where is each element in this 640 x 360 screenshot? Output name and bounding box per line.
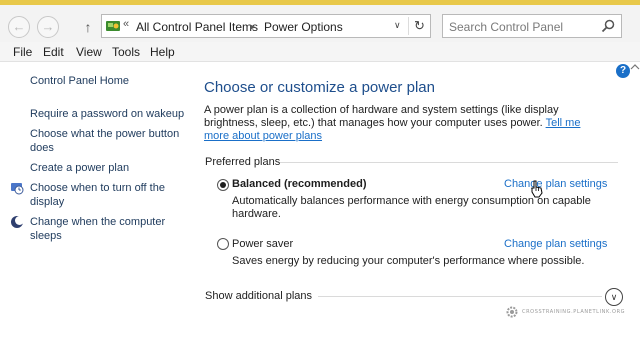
plan-radio-power-saver[interactable] [217,238,229,250]
divider [318,296,602,297]
sidebar-item-power-button[interactable]: Choose what the power button does [30,127,186,155]
search-box[interactable] [442,14,622,38]
show-additional-plans[interactable]: Show additional plans [205,290,312,302]
up-arrow-icon[interactable]: ↑ [79,18,97,36]
sidebar-item-display-off[interactable]: Choose when to turn off the display [30,181,186,209]
refresh-icon[interactable]: ↻ [408,17,430,35]
divider [280,162,618,163]
display-clock-icon [11,183,24,195]
menu-file[interactable]: File [13,45,32,59]
chevron-down-icon[interactable]: ∨ [394,20,401,31]
menu-help[interactable]: Help [150,45,175,59]
address-bar[interactable]: « All Control Panel Items ▸ Power Option… [101,14,431,38]
menu-view[interactable]: View [76,45,102,59]
plan-description-power-saver: Saves energy by reducing your computer's… [232,255,585,267]
search-icon[interactable] [600,18,616,34]
plan-description-balanced: Automatically balances performance with … [232,195,591,220]
page-description: A power plan is a collection of hardware… [204,104,608,143]
preferred-plans-heading: Preferred plans [205,156,281,168]
plan-name-balanced[interactable]: Balanced (recommended) [232,178,366,190]
help-icon[interactable]: ? [616,64,630,78]
watermark: CROSSTRAINING.PLANETLINK.ORG [505,305,635,321]
plan-name-power-saver[interactable]: Power saver [232,238,293,250]
sidebar-item-require-password[interactable]: Require a password on wakeup [30,107,186,121]
back-arrow-icon[interactable]: ← [8,16,30,38]
page-title: Choose or customize a power plan [204,79,435,96]
scroll-up-icon[interactable] [630,63,640,71]
address-toolbar: ← → ↑ « All Control Panel Items ▸ Power … [0,5,640,42]
control-panel-icon [106,21,120,31]
sidebar-item-sleep[interactable]: Change when the computer sleeps [30,215,186,243]
sidebar-control-panel-home[interactable]: Control Panel Home [30,74,186,88]
chevron-down-icon[interactable]: ∨ [605,288,623,306]
menu-tools[interactable]: Tools [112,45,140,59]
breadcrumb-all-control-panel-items[interactable]: All Control Panel Items [136,20,258,34]
breadcrumb-power-options[interactable]: Power Options [264,20,343,34]
change-plan-settings-power-saver[interactable]: Change plan settings [504,238,607,250]
forward-arrow-icon[interactable]: → [37,16,59,38]
sidebar-item-create-plan[interactable]: Create a power plan [30,161,186,175]
mouse-cursor-icon [531,180,543,198]
menu-bar: File Edit View Tools Help [0,42,640,62]
breadcrumb-overflow-icon[interactable]: « [123,18,129,30]
search-input[interactable] [449,19,589,35]
moon-icon [11,216,24,228]
gear-icon [506,306,518,318]
description-text: A power plan is a collection of hardware… [204,104,559,129]
change-plan-settings-balanced[interactable]: Change plan settings [504,178,607,190]
menu-edit[interactable]: Edit [43,45,64,59]
breadcrumb-separator-icon[interactable]: ▸ [250,20,256,33]
watermark-text: CROSSTRAINING.PLANETLINK.ORG [522,309,626,315]
plan-radio-balanced[interactable] [217,179,229,191]
